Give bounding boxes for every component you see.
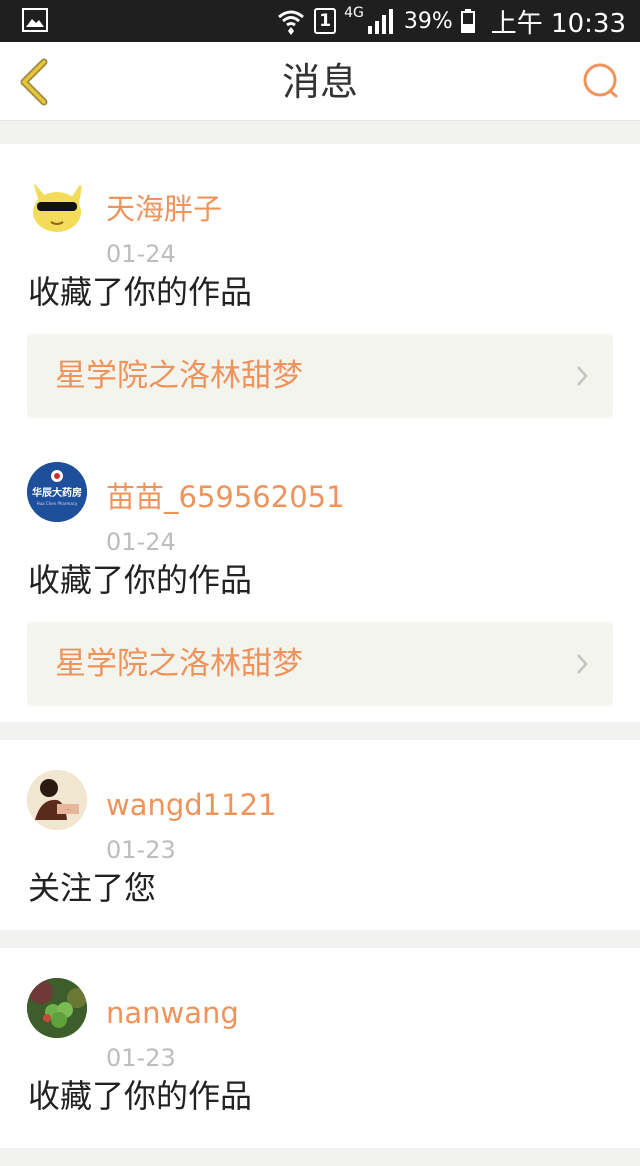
- username[interactable]: wangd1121: [106, 787, 277, 823]
- message-action: 收藏了你的作品: [28, 273, 253, 311]
- svg-text:华辰大药房: 华辰大药房: [32, 486, 82, 499]
- clock: 上午 10:33: [490, 8, 626, 39]
- message-card: 华辰大药房 Hua Chen Pharmacy 苗苗_659562051 01-…: [0, 432, 640, 722]
- avatar-pikachu-sunglasses[interactable]: [27, 174, 87, 234]
- work-title: 星学院之洛林甜梦: [55, 646, 303, 682]
- avatar-clover-photo[interactable]: [27, 978, 87, 1038]
- message-card: ~ wangd1121 01-23 关注了您: [0, 740, 640, 930]
- message-date: 01-24: [106, 528, 176, 556]
- signal-icon: [367, 9, 393, 34]
- top-bar: 消息: [0, 42, 640, 121]
- message-action: 关注了您: [28, 869, 157, 907]
- message-card: nanwang 01-23 收藏了你的作品: [0, 948, 640, 1148]
- image-icon: [22, 8, 48, 32]
- message-date: 01-23: [106, 1044, 176, 1072]
- message-list: 天海胖子 01-24 收藏了你的作品 星学院之洛林甜梦 华辰大药房 Hua Ch…: [0, 126, 640, 1166]
- wifi-icon: [278, 10, 305, 35]
- svg-text:~: ~: [66, 807, 69, 812]
- username[interactable]: 苗苗_659562051: [106, 479, 345, 515]
- message-date: 01-23: [106, 836, 176, 864]
- message-date: 01-24: [106, 240, 176, 268]
- battery-icon: [460, 9, 475, 33]
- chevron-right-icon: [577, 654, 588, 674]
- search-icon[interactable]: [578, 58, 630, 106]
- message-card: 天海胖子 01-24 收藏了你的作品 星学院之洛林甜梦: [0, 144, 640, 432]
- status-bar: 1 4G 39% 上午 10:33: [0, 0, 640, 42]
- username[interactable]: nanwang: [106, 995, 239, 1031]
- username[interactable]: 天海胖子: [106, 191, 222, 227]
- message-action: 收藏了你的作品: [28, 1077, 253, 1115]
- battery-percent: 39%: [403, 8, 453, 34]
- work-link[interactable]: 星学院之洛林甜梦: [27, 622, 613, 706]
- avatar-person-photo[interactable]: ~: [27, 770, 87, 830]
- sim-icon: 1: [314, 8, 337, 34]
- svg-text:Hua Chen Pharmacy: Hua Chen Pharmacy: [37, 501, 78, 506]
- page-title: 消息: [281, 60, 358, 104]
- message-action: 收藏了你的作品: [28, 561, 253, 599]
- chevron-right-icon: [577, 366, 588, 386]
- work-link[interactable]: 星学院之洛林甜梦: [27, 334, 613, 418]
- network-type: 4G: [344, 5, 364, 21]
- avatar-pharmacy-logo[interactable]: 华辰大药房 Hua Chen Pharmacy: [27, 462, 87, 522]
- work-title: 星学院之洛林甜梦: [55, 358, 303, 394]
